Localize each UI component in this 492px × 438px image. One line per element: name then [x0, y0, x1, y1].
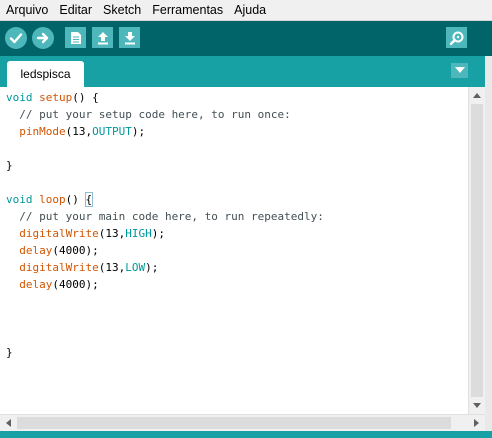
code-line: // put your main code here, to run repea… — [6, 208, 324, 225]
save-button[interactable] — [119, 27, 140, 48]
code-line: pinMode(13,OUTPUT); — [6, 123, 324, 140]
code-token: ); — [131, 125, 146, 138]
horizontal-scrollbar[interactable] — [0, 414, 485, 431]
code-token: delay — [19, 244, 53, 257]
arrow-right-small-icon — [474, 419, 479, 427]
code-text[interactable]: void setup() { // put your setup code he… — [6, 89, 324, 361]
arrow-left-icon — [6, 419, 11, 427]
new-file-icon — [70, 31, 81, 44]
tab-ledspisca[interactable]: ledspisca — [7, 61, 84, 87]
menu-sketch[interactable]: Sketch — [97, 0, 146, 21]
code-token: (13, — [65, 125, 93, 138]
code-editor[interactable]: void setup() { // put your setup code he… — [0, 87, 468, 414]
code-line: } — [6, 344, 324, 361]
code-line: delay(4000); — [6, 276, 324, 293]
arrow-up-icon — [473, 93, 481, 98]
arrow-right-icon — [36, 32, 49, 44]
magnifier-icon — [449, 31, 463, 45]
code-line: delay(4000); — [6, 242, 324, 259]
code-token: ); — [151, 227, 165, 240]
code-line: digitalWrite(13,HIGH); — [6, 225, 324, 242]
code-token: pinMode — [19, 125, 66, 138]
tab-bar: ledspisca — [0, 56, 492, 87]
hscroll-thumb[interactable] — [17, 417, 451, 429]
code-token: setup — [39, 91, 73, 104]
menu-bar: Arquivo Editar Sketch Ferramentas Ajuda — [0, 0, 492, 21]
code-token: () { — [72, 91, 99, 104]
arrow-down-icon — [473, 403, 481, 408]
code-token: // put your main code here, to run repea… — [6, 210, 324, 223]
menu-arquivo[interactable]: Arquivo — [0, 0, 53, 21]
code-token: delay — [19, 278, 53, 291]
code-line: } — [6, 157, 324, 174]
menu-ajuda[interactable]: Ajuda — [228, 0, 271, 21]
serial-monitor-button[interactable] — [446, 27, 467, 48]
scroll-up-button[interactable] — [469, 87, 485, 104]
upload-button[interactable] — [32, 27, 54, 49]
verify-button[interactable] — [5, 27, 27, 49]
menu-editar[interactable]: Editar — [53, 0, 97, 21]
code-token: digitalWrite — [19, 261, 99, 274]
status-bar — [0, 431, 492, 438]
save-download-icon — [124, 31, 135, 44]
code-token: (4000); — [52, 278, 99, 291]
scroll-thumb[interactable] — [471, 104, 483, 397]
code-token: } — [6, 159, 13, 172]
open-button[interactable] — [92, 27, 113, 48]
new-button[interactable] — [65, 27, 86, 48]
check-icon — [9, 33, 23, 44]
menu-ferramentas[interactable]: Ferramentas — [146, 0, 228, 21]
code-token: // put your setup code here, to run once… — [6, 108, 291, 121]
code-line: digitalWrite(13,LOW); — [6, 259, 324, 276]
code-line: // put your setup code here, to run once… — [6, 106, 324, 123]
scroll-left-button[interactable] — [0, 415, 17, 431]
chevron-down-icon — [454, 67, 465, 73]
code-token: digitalWrite — [19, 227, 99, 240]
code-token: (13, — [98, 261, 126, 274]
code-line: void loop() { — [6, 191, 324, 208]
code-token: HIGH — [125, 227, 152, 240]
code-line: void setup() { — [6, 89, 324, 106]
code-token: (4000); — [52, 244, 99, 257]
code-token: void — [6, 91, 33, 104]
code-token: } — [6, 346, 13, 359]
scroll-right-button[interactable] — [468, 415, 485, 431]
open-upload-icon — [97, 31, 108, 44]
toolbar — [0, 21, 492, 56]
window-edge — [485, 56, 492, 438]
code-token: OUTPUT — [92, 125, 132, 138]
scroll-down-button[interactable] — [469, 397, 485, 414]
vertical-scrollbar[interactable] — [468, 87, 485, 414]
code-token: { — [84, 192, 94, 207]
code-token: loop — [39, 193, 66, 206]
code-token: void — [6, 193, 33, 206]
code-token: (13, — [98, 227, 126, 240]
code-token: LOW — [125, 261, 146, 274]
code-token: ); — [145, 261, 159, 274]
tab-menu-button[interactable] — [451, 63, 468, 78]
code-token: () — [65, 193, 86, 206]
